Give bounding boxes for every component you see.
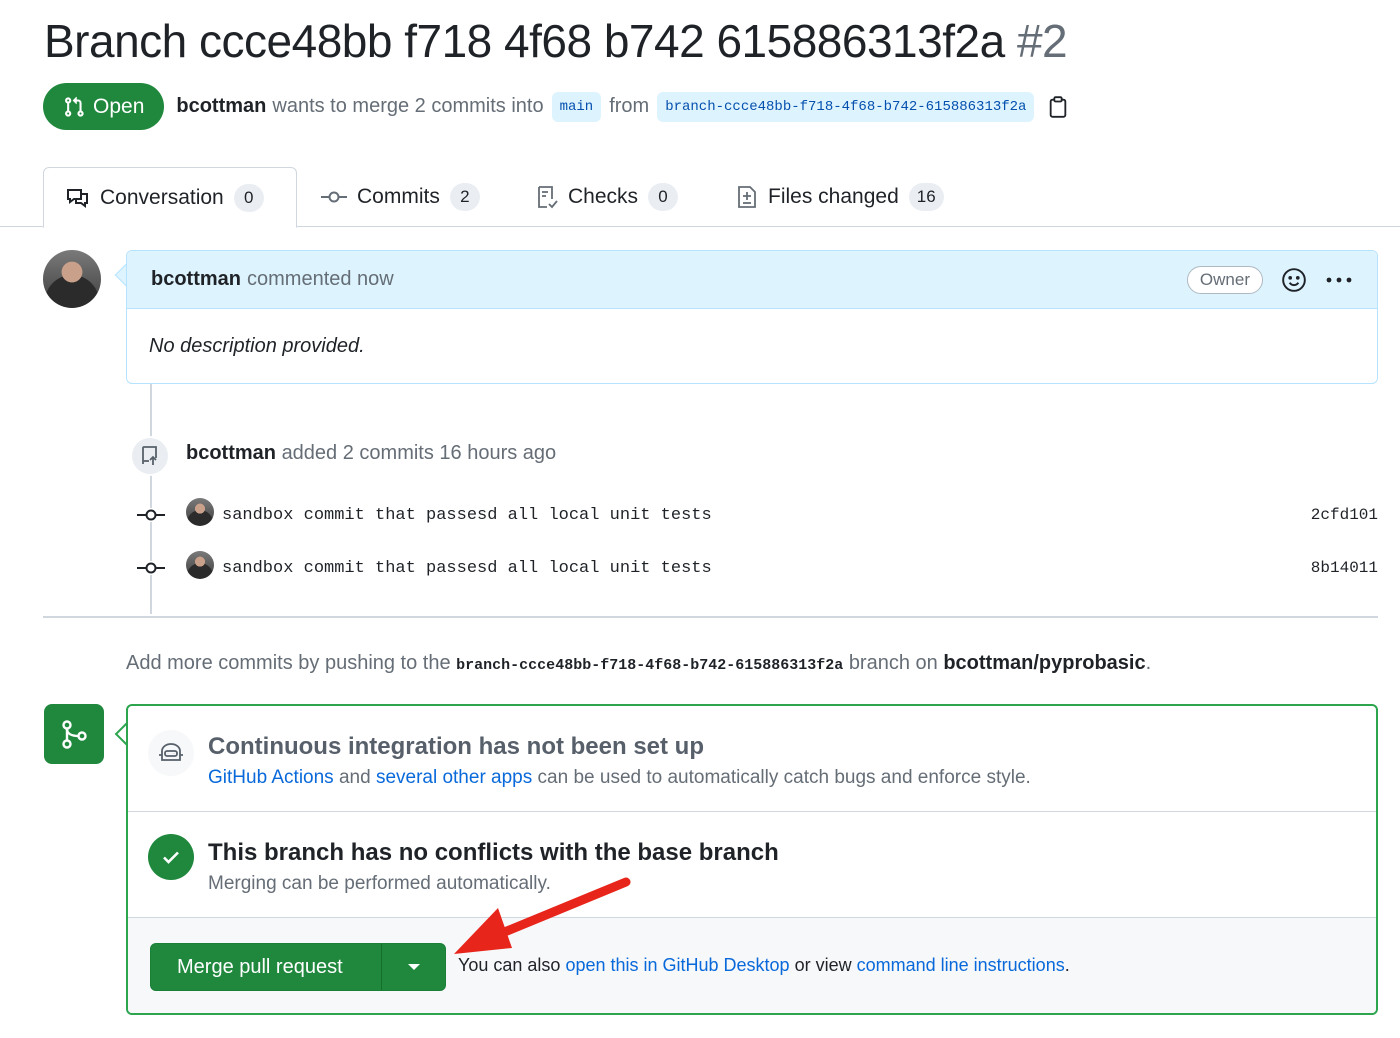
comment-author[interactable]: bcottman bbox=[151, 268, 241, 291]
annotation-arrow-icon bbox=[454, 877, 631, 954]
author-link[interactable]: bcottman bbox=[176, 95, 266, 118]
timeline-divider bbox=[43, 616, 1378, 618]
event-text: added 2 commits 16 hours ago bbox=[281, 442, 557, 464]
tab-files-changed[interactable]: Files changed 16 bbox=[714, 167, 966, 227]
event-author[interactable]: bcottman bbox=[186, 442, 276, 464]
checklist-icon bbox=[538, 186, 558, 209]
commit-icon bbox=[321, 191, 347, 203]
copy-icon[interactable] bbox=[1048, 95, 1068, 118]
avatar[interactable] bbox=[186, 551, 214, 579]
avatar[interactable] bbox=[186, 498, 214, 526]
note-suffix: . bbox=[1064, 955, 1070, 975]
git-merge-icon bbox=[62, 720, 87, 749]
github-actions-link[interactable]: GitHub Actions bbox=[208, 767, 334, 788]
push-hint-branch: branch-ccce48bb-f718-4f68-b742-615886313… bbox=[456, 657, 844, 674]
tab-counter: 16 bbox=[908, 183, 944, 211]
ci-subtitle: GitHub Actions and several other apps ca… bbox=[208, 767, 1031, 789]
commit-icon bbox=[137, 562, 165, 574]
merge-options-dropdown[interactable] bbox=[382, 963, 445, 971]
triangle-down-icon bbox=[407, 964, 420, 970]
tab-label: Conversation bbox=[100, 185, 224, 209]
pr-number: #2 bbox=[1016, 15, 1068, 67]
pull-request-icon bbox=[65, 96, 84, 117]
merge-summary: bcottman wants to merge 2 commits into m… bbox=[176, 91, 1068, 122]
tab-commits[interactable]: Commits 2 bbox=[299, 167, 502, 227]
comment-header: bcottman commented now Owner bbox=[127, 251, 1377, 309]
check-icon bbox=[163, 851, 179, 864]
tab-conversation[interactable]: Conversation 0 bbox=[43, 167, 297, 228]
file-diff-icon bbox=[738, 186, 756, 208]
ci-title: Continuous integration has not been set … bbox=[208, 733, 704, 760]
avatar[interactable] bbox=[43, 250, 101, 308]
push-hint: Add more commits by pushing to the branc… bbox=[126, 652, 1151, 675]
tab-counter: 0 bbox=[648, 183, 679, 211]
base-branch[interactable]: main bbox=[551, 91, 602, 122]
state-badge: Open bbox=[43, 83, 165, 130]
tab-counter: 2 bbox=[449, 183, 480, 211]
merge-footer: Merge pull request You can also open thi… bbox=[128, 918, 1376, 1013]
state-label: Open bbox=[93, 94, 145, 118]
from-text: from bbox=[609, 95, 650, 117]
timeline-badge bbox=[130, 436, 170, 476]
merge-button-label: Merge pull request bbox=[177, 955, 343, 978]
comment-body: No description provided. bbox=[149, 335, 365, 357]
commit-row: sandbox commit that passesd all local un… bbox=[136, 498, 1378, 532]
pr-meta: Open bcottman wants to merge 2 commits i… bbox=[43, 83, 1068, 130]
commit-sha[interactable]: 2cfd101 bbox=[1311, 506, 1378, 524]
push-hint-middle: branch on bbox=[848, 652, 938, 674]
ci-icon bbox=[148, 730, 194, 776]
merge-action-text: wants to merge 2 commits into bbox=[272, 95, 544, 117]
owner-badge: Owner bbox=[1186, 265, 1263, 294]
ci-and: and bbox=[338, 767, 371, 788]
merge-pull-request-button[interactable]: Merge pull request bbox=[150, 943, 446, 991]
tab-checks[interactable]: Checks 0 bbox=[514, 167, 700, 227]
tab-label: Files changed bbox=[768, 185, 899, 208]
robot-icon bbox=[159, 743, 183, 761]
tab-label: Commits bbox=[357, 185, 440, 208]
merge-status-icon bbox=[44, 704, 104, 764]
note-mid: or view bbox=[794, 955, 852, 975]
comment-action: commented now bbox=[247, 268, 394, 290]
other-apps-link[interactable]: several other apps bbox=[376, 767, 532, 788]
pr-title: Branch ccce48bb f718 4f68 b742 615886313… bbox=[44, 14, 1068, 68]
tab-counter: 0 bbox=[233, 183, 264, 212]
commit-row: sandbox commit that passesd all local un… bbox=[136, 551, 1378, 585]
smiley-icon[interactable] bbox=[1281, 267, 1307, 293]
pr-tabs: Conversation 0 Commits 2 Checks 0 Files … bbox=[0, 167, 1400, 228]
commit-message[interactable]: sandbox commit that passesd all local un… bbox=[222, 506, 712, 525]
head-branch[interactable]: branch-ccce48bb-f718-4f68-b742-615886313… bbox=[657, 91, 1035, 122]
kebab-menu-icon[interactable] bbox=[1325, 276, 1353, 284]
timeline-event: bcottman added 2 commits 16 hours ago bbox=[186, 442, 556, 465]
comment-discussion-icon bbox=[67, 188, 88, 208]
ci-rest: can be used to automatically catch bugs … bbox=[537, 767, 1031, 788]
commit-icon bbox=[137, 509, 165, 521]
pr-title-text: Branch ccce48bb f718 4f68 b742 615886313… bbox=[44, 15, 1005, 67]
ci-section: Continuous integration has not been set … bbox=[128, 706, 1376, 812]
command-line-link[interactable]: command line instructions bbox=[857, 955, 1065, 975]
push-hint-prefix: Add more commits by pushing to the bbox=[126, 652, 451, 674]
no-conflicts-title: This branch has no conflicts with the ba… bbox=[208, 839, 779, 866]
merge-box: Continuous integration has not been set … bbox=[126, 704, 1378, 1015]
tab-label: Checks bbox=[568, 185, 639, 208]
commit-message[interactable]: sandbox commit that passesd all local un… bbox=[222, 559, 712, 578]
check-circle-icon bbox=[148, 834, 194, 880]
repo-link[interactable]: bcottman/pyprobasic bbox=[943, 652, 1145, 674]
commit-sha[interactable]: 8b14011 bbox=[1311, 559, 1378, 577]
repo-push-icon bbox=[142, 446, 157, 465]
comment-box: bcottman commented now Owner No descript… bbox=[126, 250, 1378, 384]
push-hint-suffix: . bbox=[1145, 652, 1152, 674]
